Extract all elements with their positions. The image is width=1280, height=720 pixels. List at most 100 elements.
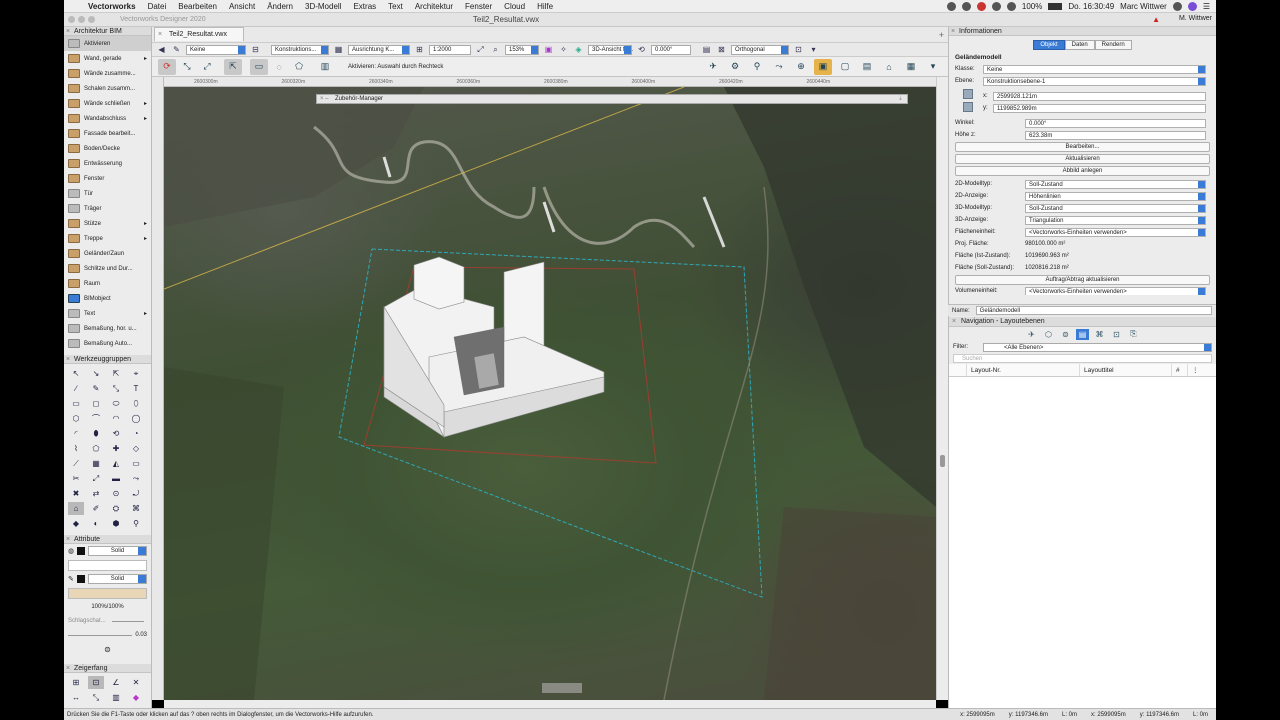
- x-field[interactable]: 2599928.121m: [993, 91, 1206, 101]
- projection-select[interactable]: Orthogonal: [731, 44, 789, 55]
- tool-bimobject[interactable]: BIMobject: [64, 291, 151, 306]
- menu-ansicht[interactable]: Ansicht: [223, 2, 261, 11]
- cloud-icon[interactable]: [961, 1, 971, 11]
- col-layout-nr[interactable]: Layout-Nr.: [967, 364, 1080, 376]
- snap-surface-icon[interactable]: ◆: [128, 691, 144, 704]
- tool-group-24-icon[interactable]: ⟋: [68, 457, 84, 470]
- tool-group-17-icon[interactable]: ⬮: [88, 427, 104, 440]
- fit-to-window-icon[interactable]: ⤢: [475, 45, 486, 55]
- zoom-view-icon[interactable]: ⊕: [792, 59, 810, 75]
- document-tab[interactable]: × Teil2_Resultat.vwx: [154, 27, 244, 41]
- class-visibility-icon[interactable]: ✎: [171, 45, 182, 55]
- menu-aendern[interactable]: Ändern: [261, 2, 299, 11]
- tool-group-7-icon[interactable]: T: [128, 382, 144, 395]
- navigation-search-input[interactable]: Suchen: [953, 354, 1212, 363]
- tool-space[interactable]: Raum: [64, 276, 151, 291]
- update-button[interactable]: Aktualisieren: [955, 154, 1210, 164]
- snap-object-icon[interactable]: ⊡: [88, 676, 104, 689]
- tool-group-22-icon[interactable]: ✚: [108, 442, 124, 455]
- tool-dimension[interactable]: Bemaßung, hor. u...: [64, 321, 151, 336]
- tab-rendern[interactable]: Rendern: [1094, 40, 1132, 50]
- attribute-mapping-icon[interactable]: ⊜: [104, 645, 111, 654]
- tool-group-34-icon[interactable]: ⊙: [108, 487, 124, 500]
- tool-group-1-icon[interactable]: ↘: [88, 367, 104, 380]
- clock[interactable]: Do. 16:30:49: [1068, 2, 1114, 11]
- klasse-select[interactable]: Keine: [983, 64, 1206, 74]
- zoom-stepper-icon[interactable]: [531, 45, 538, 54]
- building-model[interactable]: [383, 256, 605, 438]
- tool-railing[interactable]: Geländer/Zaun: [64, 246, 151, 261]
- tool-group-39-icon[interactable]: ⌘: [128, 502, 144, 515]
- col-layout-title[interactable]: Layouttitel: [1080, 364, 1172, 376]
- tool-slot[interactable]: Schlitze und Dur...: [64, 261, 151, 276]
- walkthrough-icon[interactable]: ⚙: [726, 59, 744, 75]
- setting-stepper-icon[interactable]: [1198, 228, 1205, 236]
- snap-working-plane-icon[interactable]: ▥: [108, 691, 124, 704]
- view3d-select[interactable]: 3D-Ansicht fe...: [588, 44, 633, 55]
- tool-arrow-select[interactable]: Aktivieren: [64, 36, 151, 51]
- tool-group-15-icon[interactable]: ◯: [128, 412, 144, 425]
- snap-intersection-icon[interactable]: ✕: [128, 676, 144, 689]
- menu-datei[interactable]: Datei: [142, 2, 173, 11]
- tool-window[interactable]: Fenster: [64, 171, 151, 186]
- tool-group-29-icon[interactable]: ⤢: [88, 472, 104, 485]
- tool-stair[interactable]: Treppe ▸: [64, 231, 151, 246]
- tool-group-43-icon[interactable]: ⚲: [128, 517, 144, 530]
- tab-objekt[interactable]: Objekt: [1033, 40, 1065, 50]
- mode-single-object-icon[interactable]: ⇱: [224, 58, 242, 75]
- mode-preferences-icon[interactable]: ▥: [316, 59, 334, 75]
- info-palette-header[interactable]: Informationen: [949, 27, 1216, 36]
- tool-group-37-icon[interactable]: ✐: [88, 502, 104, 515]
- menu-cloud[interactable]: Cloud: [498, 2, 531, 11]
- tab-daten[interactable]: Daten: [1064, 40, 1095, 50]
- mode-unconstrained-icon[interactable]: ⤡: [178, 59, 196, 75]
- grid-plane-icon[interactable]: ▤: [858, 59, 876, 75]
- back-icon[interactable]: ◀: [156, 45, 167, 55]
- snap-angle-icon[interactable]: ∠: [108, 676, 124, 689]
- wifi-icon[interactable]: [1006, 1, 1016, 11]
- ebene-stepper-icon[interactable]: [1198, 77, 1205, 85]
- tool-group-13-icon[interactable]: ⌒: [88, 412, 104, 425]
- zoom-select[interactable]: 153%: [505, 44, 539, 55]
- bluetooth-icon[interactable]: [991, 1, 1001, 11]
- tool-group-31-icon[interactable]: ⤳: [128, 472, 144, 485]
- palette-close-icon[interactable]: × –: [320, 95, 329, 104]
- volumen-stepper-icon[interactable]: [1198, 287, 1205, 295]
- col-hash[interactable]: #: [1172, 364, 1188, 376]
- tool-group-20-icon[interactable]: ⌇: [68, 442, 84, 455]
- record-icon[interactable]: [976, 1, 986, 11]
- layer-props-icon[interactable]: ⊞: [414, 45, 425, 55]
- tool-wall-end[interactable]: Wandabschluss ▸: [64, 111, 151, 126]
- tool-group-18-icon[interactable]: ⟲: [108, 427, 124, 440]
- layer-stepper-icon[interactable]: [321, 45, 328, 54]
- tool-group-40-icon[interactable]: ◆: [68, 517, 84, 530]
- mode-polygon-marquee-icon[interactable]: ⬠: [290, 59, 308, 75]
- fill-stepper-icon[interactable]: [138, 547, 146, 555]
- winkel-field[interactable]: 0.000°: [1025, 118, 1206, 128]
- tool-group-21-icon[interactable]: ⬠: [88, 442, 104, 455]
- notification-center-icon[interactable]: ☰: [1203, 2, 1210, 11]
- filter-select[interactable]: <Alle Ebenen>: [983, 342, 1212, 352]
- new-tab-icon[interactable]: +: [939, 30, 944, 40]
- tool-beam[interactable]: Träger: [64, 201, 151, 216]
- nav-classes-icon[interactable]: ✈: [1025, 329, 1038, 340]
- setting-select[interactable]: Triangulation: [1025, 215, 1206, 225]
- mode-rotate-icon[interactable]: ⟳: [158, 58, 176, 75]
- tool-group-4-icon[interactable]: ∕: [68, 382, 84, 395]
- nav-saved-views-icon[interactable]: ⊡: [1110, 329, 1123, 340]
- section-plane-icon[interactable]: ▦: [902, 59, 920, 75]
- setting-stepper-icon[interactable]: [1198, 204, 1205, 212]
- menu-architektur[interactable]: Architektur: [409, 2, 459, 11]
- page-icon[interactable]: ⊠: [716, 45, 727, 55]
- tool-group-26-icon[interactable]: ◭: [108, 457, 124, 470]
- tool-group-16-icon[interactable]: ◜: [68, 427, 84, 440]
- tool-group-35-icon[interactable]: ⤾: [128, 487, 144, 500]
- alert-icon[interactable]: ▲: [1152, 15, 1160, 24]
- menu-hilfe[interactable]: Hilfe: [531, 2, 559, 11]
- user-tag[interactable]: M. Wittwer: [1179, 15, 1212, 22]
- tool-group-41-icon[interactable]: ◐: [88, 517, 104, 530]
- reference-point-icon[interactable]: [963, 89, 975, 115]
- horizontal-ruler[interactable]: 2600300m 2600320m 2600340m 2600360m 2600380m…: [164, 77, 936, 87]
- vertical-scroll-thumb[interactable]: [940, 455, 945, 467]
- menu-extras[interactable]: Extras: [347, 2, 382, 11]
